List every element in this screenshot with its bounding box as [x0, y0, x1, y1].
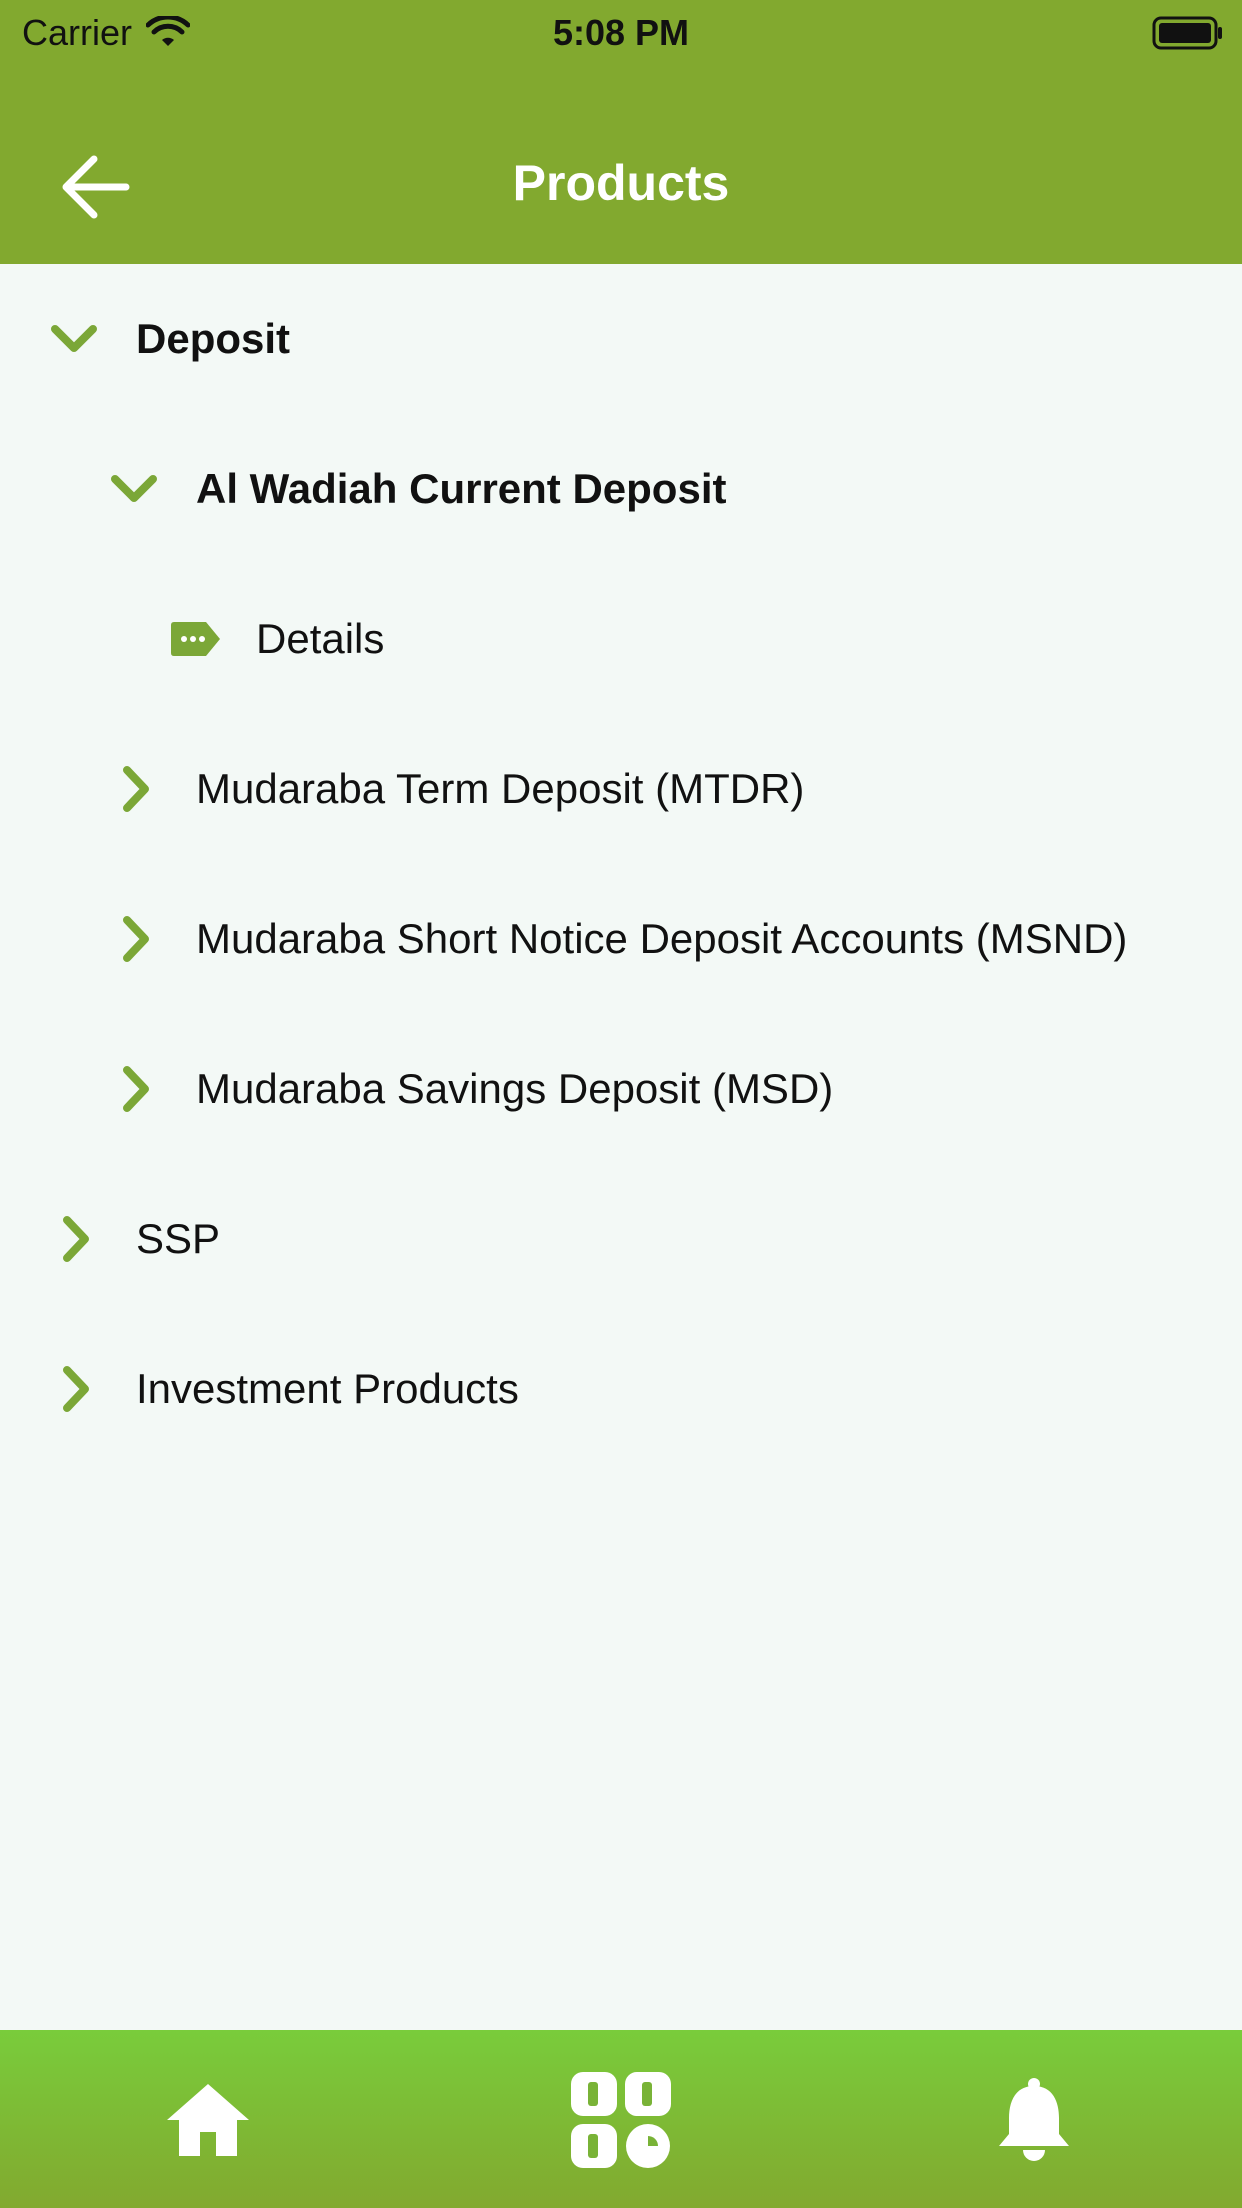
- tag-icon: [170, 613, 222, 665]
- tree-row-mudaraba-savings-deposit[interactable]: Mudaraba Savings Deposit (MSD): [0, 1014, 1242, 1164]
- bottom-tab-bar: [0, 2030, 1242, 2208]
- tree-row-mudaraba-short-notice-deposit[interactable]: Mudaraba Short Notice Deposit Accounts (…: [0, 864, 1242, 1014]
- tab-home[interactable]: [148, 2060, 268, 2180]
- tree-row-investment-products[interactable]: Investment Products: [0, 1314, 1242, 1464]
- tree-row-label: Mudaraba Short Notice Deposit Accounts (…: [196, 915, 1128, 962]
- navigation-bar: Products: [0, 62, 1242, 264]
- tree-row-label: Details: [256, 615, 385, 662]
- tab-notifications[interactable]: [974, 2060, 1094, 2180]
- tree-row-mudaraba-term-deposit[interactable]: Mudaraba Term Deposit (MTDR): [0, 714, 1242, 864]
- bell-icon: [999, 2078, 1069, 2161]
- apps-grid-icon: [571, 2072, 671, 2168]
- tree-row-label: Mudaraba Term Deposit (MTDR): [196, 765, 805, 812]
- tree-row-label: SSP: [136, 1215, 221, 1262]
- page-title: Products: [512, 155, 730, 211]
- tree-row-label: Deposit: [136, 315, 291, 362]
- battery-icon: [1152, 16, 1224, 59]
- tree-row-label: Investment Products: [136, 1365, 519, 1412]
- chevron-down-icon: [48, 313, 100, 365]
- chevron-down-icon: [108, 463, 160, 515]
- home-icon: [167, 2084, 249, 2156]
- chevron-right-icon: [110, 913, 162, 965]
- tree-row-label: Mudaraba Savings Deposit (MSD): [196, 1065, 834, 1112]
- chevron-right-icon: [50, 1213, 102, 1265]
- tree-row-ssp[interactable]: SSP: [0, 1164, 1242, 1314]
- status-time: 5:08 PM: [552, 12, 690, 53]
- header: Carrier 5:08 PM Products: [0, 0, 1242, 264]
- tree-row-al-wadiah-current-deposit[interactable]: Al Wadiah Current Deposit: [0, 414, 1242, 564]
- chevron-right-icon: [50, 1363, 102, 1415]
- chevron-right-icon: [110, 1063, 162, 1115]
- tree-row-label: Al Wadiah Current Deposit: [196, 465, 727, 512]
- status-bar: Carrier 5:08 PM: [0, 0, 1242, 62]
- tree-row-deposit[interactable]: Deposit: [0, 264, 1242, 414]
- tree-row-details[interactable]: Details: [0, 564, 1242, 714]
- tab-apps[interactable]: [561, 2060, 681, 2180]
- chevron-right-icon: [110, 763, 162, 815]
